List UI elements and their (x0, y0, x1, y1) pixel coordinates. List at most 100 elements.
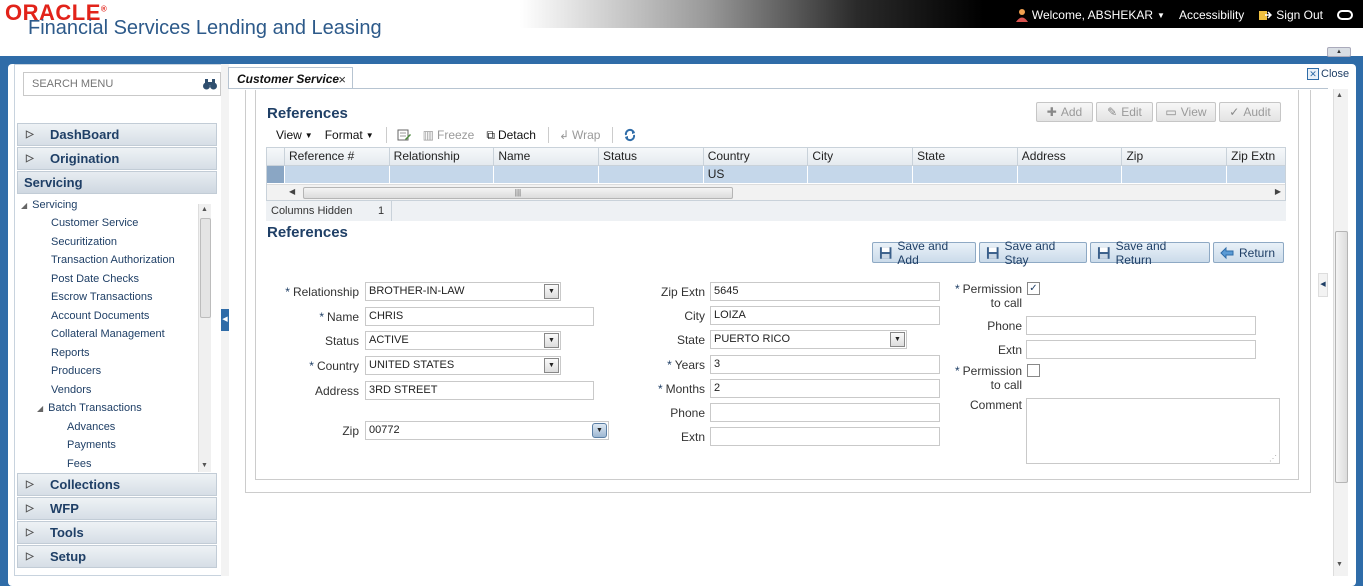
dropdown-arrow-icon[interactable]: ▼ (592, 423, 607, 438)
dropdown-arrow-icon[interactable]: ▼ (890, 332, 905, 347)
save-and-stay-button[interactable]: Save and Stay (979, 239, 1087, 267)
tree-scrollbar[interactable]: ▲ ▼ (198, 204, 211, 472)
name-field[interactable]: CHRIS (365, 307, 594, 326)
tree-item-reports[interactable]: Reports (51, 347, 90, 359)
menu-tools[interactable]: ▷ Tools (17, 521, 217, 544)
city-field[interactable]: LOIZA (710, 306, 940, 325)
tree-item-escrow-transactions[interactable]: Escrow Transactions (51, 291, 152, 303)
audit-button[interactable]: ✓ Audit (1219, 102, 1281, 122)
grid-header-cell[interactable]: Zip Extn (1227, 148, 1285, 166)
tab-close-icon[interactable]: × (338, 72, 346, 87)
status-select[interactable]: ACTIVE ▼ (365, 331, 561, 350)
tree-item-customer-service[interactable]: Customer Service (51, 217, 138, 229)
tree-item-payments[interactable]: Payments (67, 439, 116, 451)
content-vscrollbar[interactable]: ▲ ▼ (1333, 89, 1348, 576)
search-menu-input[interactable] (30, 77, 205, 91)
save-and-add-button[interactable]: Save and Add (872, 239, 976, 267)
view-menu[interactable]: View ▼ (276, 128, 313, 142)
edit-grid-icon[interactable] (397, 128, 411, 142)
grid-header-cell[interactable]: Name (494, 148, 600, 166)
scroll-left-icon[interactable]: ◀ (289, 187, 295, 196)
scroll-down-icon[interactable]: ▼ (201, 462, 208, 469)
freeze-button[interactable]: ▥ Freeze (423, 128, 475, 142)
sign-out-link[interactable]: Sign Out (1258, 8, 1323, 22)
grid-header-cell[interactable]: Reference # (285, 148, 390, 166)
tree-item-securitization[interactable]: Securitization (51, 236, 117, 248)
tree-item-batch-transactions[interactable]: ◢ Batch Transactions (37, 402, 142, 414)
tree-root-servicing[interactable]: ◢ Servicing (21, 199, 77, 211)
grid-header-cell[interactable]: State (913, 148, 1018, 166)
sidebar-splitter[interactable]: ◀ (221, 64, 229, 576)
menu-collections[interactable]: ▷ Collections (17, 473, 217, 496)
zip-extn-field[interactable]: 5645 (710, 282, 940, 301)
tree-item-account-documents[interactable]: Account Documents (51, 310, 149, 322)
phone2-field[interactable] (1026, 316, 1256, 335)
collapse-sidebar-icon[interactable]: ◀ (221, 309, 229, 331)
comment-textarea[interactable]: ⋰ (1026, 398, 1280, 464)
add-button[interactable]: ✚ Add (1036, 102, 1093, 122)
permission-to-call-2-checkbox[interactable] (1027, 364, 1040, 377)
table-row[interactable]: US (267, 166, 1285, 183)
tab-customer-service[interactable]: Customer Service × (228, 67, 353, 89)
freeze-label: Freeze (437, 128, 475, 142)
extn2-field[interactable] (1026, 340, 1256, 359)
menu-wfp[interactable]: ▷ WFP (17, 497, 217, 520)
dropdown-arrow-icon[interactable]: ▼ (544, 358, 559, 373)
scroll-up-icon[interactable]: ▲ (1336, 92, 1343, 99)
months-field[interactable]: 2 (710, 379, 940, 398)
user-menu[interactable]: Welcome, ABSHEKAR ▼ (1015, 8, 1165, 22)
tree-item-producers[interactable]: Producers (51, 365, 101, 377)
scroll-down-icon[interactable]: ▼ (1336, 561, 1343, 568)
wrap-button[interactable]: ↲ Wrap (559, 128, 601, 142)
tree-item-post-date-checks[interactable]: Post Date Checks (51, 273, 139, 285)
tree-item-transaction-authorization[interactable]: Transaction Authorization (51, 254, 175, 266)
menu-dashboard[interactable]: ▷ DashBoard (17, 123, 217, 146)
zip-select[interactable]: 00772 ▼ (365, 421, 609, 440)
tree-item-collateral-management[interactable]: Collateral Management (51, 328, 165, 340)
return-button[interactable]: Return (1213, 242, 1284, 263)
grid-header-cell[interactable]: City (808, 148, 914, 166)
accessibility-link[interactable]: Accessibility (1179, 8, 1244, 22)
refresh-icon[interactable] (623, 128, 637, 142)
phone-field[interactable] (710, 403, 940, 422)
relationship-select[interactable]: BROTHER-IN-LAW ▼ (365, 282, 561, 301)
menu-origination[interactable]: ▷ Origination (17, 147, 217, 170)
grid-header-cell[interactable]: Country (704, 148, 809, 166)
detach-button[interactable]: ⧉ Detach (486, 128, 536, 143)
floppy-disk-icon (986, 246, 999, 259)
content-vscroll-thumb[interactable] (1335, 231, 1348, 483)
years-field[interactable]: 3 (710, 355, 940, 374)
caret-down-icon: ▼ (365, 130, 374, 140)
grid-hscroll-thumb[interactable]: ||| (303, 187, 733, 199)
address-field[interactable]: 3RD STREET (365, 381, 594, 400)
grid-header-cell[interactable]: Status (599, 148, 704, 166)
view-button[interactable]: ▭ View (1156, 102, 1216, 122)
grid-hscrollbar[interactable]: ◀ ||| ▶ (267, 184, 1285, 200)
scroll-up-icon[interactable]: ▲ (201, 206, 208, 213)
state-select[interactable]: PUERTO RICO ▼ (710, 330, 907, 349)
save-and-return-button[interactable]: Save and Return (1090, 239, 1210, 267)
country-select[interactable]: UNITED STATES ▼ (365, 356, 561, 375)
grid-header-cell[interactable]: Address (1018, 148, 1123, 166)
permission-to-call-checkbox[interactable]: ✓ (1027, 282, 1040, 295)
grid-header-cell[interactable]: Zip (1122, 148, 1228, 166)
collapse-right-panel-icon[interactable]: ◀ (1318, 273, 1328, 297)
row-selector[interactable] (267, 166, 285, 183)
tree-item-fees[interactable]: Fees (67, 458, 91, 470)
dropdown-arrow-icon[interactable]: ▼ (544, 284, 559, 299)
tree-item-vendors[interactable]: Vendors (51, 384, 91, 396)
format-menu[interactable]: Format ▼ (325, 128, 374, 142)
tree-scroll-thumb[interactable] (200, 218, 211, 318)
grid-header-cell[interactable]: Relationship (390, 148, 495, 166)
resize-grip-icon[interactable]: ⋰ (1269, 454, 1277, 463)
menu-setup[interactable]: ▷ Setup (17, 545, 217, 568)
dropdown-arrow-icon[interactable]: ▼ (544, 333, 559, 348)
collapse-header-button[interactable]: ▲ (1327, 47, 1351, 57)
close-button[interactable]: ✕ Close (1307, 68, 1349, 80)
menu-servicing[interactable]: Servicing (17, 171, 217, 194)
tree-item-advances[interactable]: Advances (67, 421, 115, 433)
scroll-right-icon[interactable]: ▶ (1275, 187, 1281, 196)
binoculars-icon[interactable] (202, 76, 218, 92)
edit-button[interactable]: ✎ Edit (1096, 102, 1153, 122)
extn-field[interactable] (710, 427, 940, 446)
